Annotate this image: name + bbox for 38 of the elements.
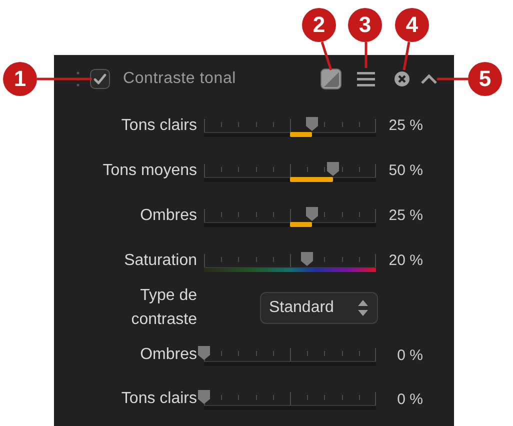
row-label: Tons clairs <box>120 389 197 409</box>
slider-value: 0 % <box>396 390 423 408</box>
slider-value: 25 % <box>388 207 423 224</box>
callout-number: 4 <box>395 8 429 42</box>
row-label: Ombres <box>139 345 197 365</box>
slider-thumb[interactable] <box>300 250 314 266</box>
row-label: Tons clairs <box>120 116 197 136</box>
slider-thumb[interactable] <box>197 345 211 361</box>
before-after-icon[interactable] <box>320 68 342 90</box>
checkmark-icon <box>93 73 107 85</box>
leader-line <box>320 40 333 72</box>
leader-line <box>402 40 411 72</box>
close-icon[interactable] <box>394 71 410 87</box>
slider-thumb[interactable] <box>326 160 340 176</box>
row-label: Ombres <box>139 206 197 226</box>
enable-checkbox[interactable] <box>90 69 110 89</box>
row-label: Tons moyens <box>102 160 197 180</box>
leader-line <box>364 40 368 70</box>
slider-value: 0 % <box>396 346 423 364</box>
menu-icon[interactable] <box>356 71 376 87</box>
leader-line <box>435 77 470 81</box>
slider-value: 50 % <box>388 162 423 179</box>
row-label: Saturation <box>123 250 197 270</box>
slider-thumb[interactable] <box>197 389 211 405</box>
slider-value: 25 % <box>388 117 423 134</box>
collapse-icon[interactable] <box>420 73 438 85</box>
slider-thumb[interactable] <box>304 206 318 222</box>
callout-number: 2 <box>302 8 336 42</box>
slider-value: 20 % <box>388 252 423 269</box>
callout-number: 3 <box>348 8 382 42</box>
callout-number: 5 <box>468 62 502 96</box>
up-down-arrows-icon <box>357 298 369 316</box>
panel-title: Contraste tonal <box>123 70 236 88</box>
callout-number: 1 <box>3 62 37 96</box>
contrast-type-dropdown[interactable]: Standard <box>260 292 378 324</box>
slider-thumb[interactable] <box>304 116 318 132</box>
leader-line <box>35 77 94 81</box>
row-label: Type de contraste <box>130 286 197 330</box>
